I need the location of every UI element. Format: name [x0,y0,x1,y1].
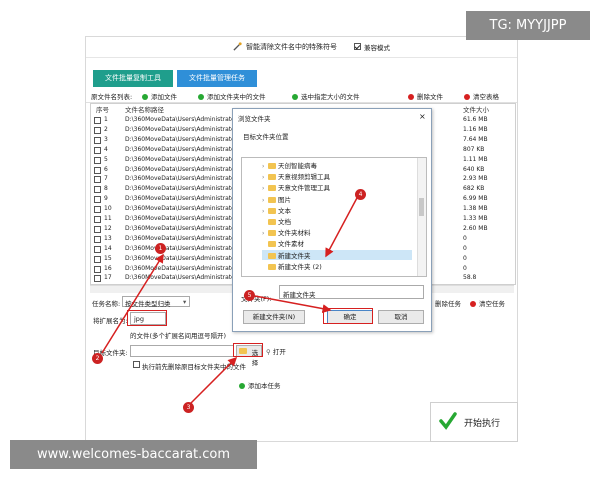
step-marker-4: 4 [355,189,366,200]
arrow-4 [325,195,359,258]
annotation-arrows [101,195,359,405]
arrow-3 [189,356,238,405]
highlight-select-button [233,343,263,357]
watermark-top-right: TG: MYYJJPP [466,11,590,40]
highlight-ok-button [323,308,373,324]
arrow-2 [101,253,164,354]
watermark-bottom-left: www.welcomes-baccarat.com [10,440,257,469]
step-marker-3: 3 [183,402,194,413]
highlight-ext-input [127,310,167,326]
arrow-5 [254,295,332,314]
step-marker-1: 1 [155,243,166,254]
step-marker-2: 2 [92,353,103,364]
step-marker-5: 5 [244,290,255,301]
